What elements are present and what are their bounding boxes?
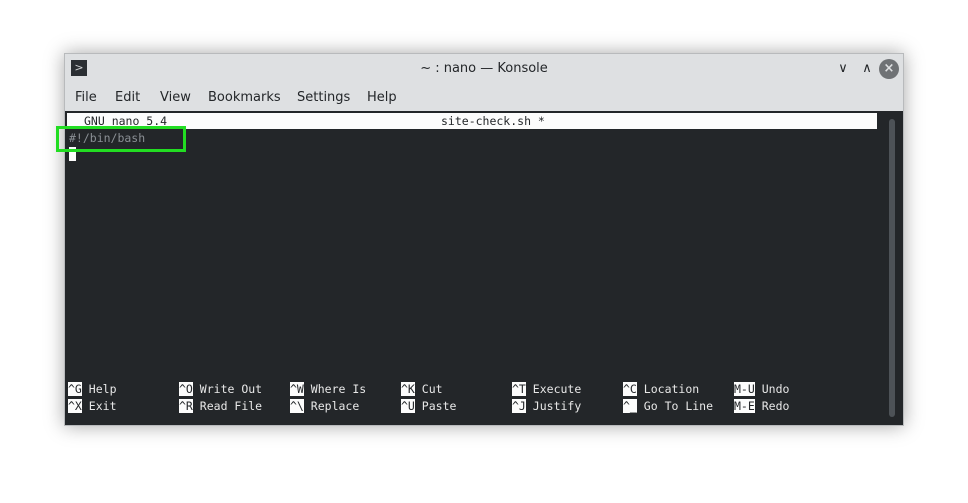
shortcut-key: ^\: [290, 399, 304, 413]
highlight-box: [56, 126, 186, 152]
shortcut-item: ^R Read File: [179, 399, 262, 413]
shortcut-key: ^T: [512, 382, 526, 396]
minimize-button[interactable]: ∨: [833, 59, 853, 79]
shortcut-item: ^_ Go To Line: [623, 399, 713, 413]
menu-settings[interactable]: Settings: [297, 90, 350, 105]
shortcut-label: Justify: [532, 399, 582, 413]
shortcut-key: ^X: [68, 399, 82, 413]
shortcut-key: M-E: [734, 399, 755, 413]
menu-help[interactable]: Help: [367, 90, 397, 105]
shortcut-label: Execute: [532, 382, 582, 396]
menu-bookmarks[interactable]: Bookmarks: [208, 90, 281, 105]
shortcut-item: ^C Location: [623, 382, 699, 396]
shortcut-label: Redo: [761, 399, 790, 413]
shortcut-key: ^R: [179, 399, 193, 413]
shortcut-key: M-U: [734, 382, 755, 396]
shortcut-label: Replace: [310, 399, 360, 413]
shortcut-label: Location: [643, 382, 700, 396]
shortcut-key: ^K: [401, 382, 415, 396]
shortcut-label: Cut: [421, 382, 443, 396]
shortcut-item: M-E Redo: [734, 399, 789, 413]
shortcut-label: Where Is: [310, 382, 367, 396]
shortcut-item: ^X Exit: [68, 399, 117, 413]
menu-file[interactable]: File: [75, 90, 97, 105]
shortcut-item: ^T Execute: [512, 382, 581, 396]
shortcut-label: Help: [88, 382, 117, 396]
shortcut-item: ^J Justify: [512, 399, 581, 413]
close-button[interactable]: ×: [879, 59, 899, 79]
shortcut-key: ^G: [68, 382, 82, 396]
title-bar: > ~ : nano — Konsole ∨ ∧ ×: [65, 54, 903, 84]
konsole-window: > ~ : nano — Konsole ∨ ∧ × File Edit Vie…: [56, 53, 904, 426]
shortcut-key: ^_: [623, 399, 637, 413]
shortcut-key: ^U: [401, 399, 415, 413]
shortcut-item: ^\ Replace: [290, 399, 359, 413]
shortcut-key: ^O: [179, 382, 193, 396]
scrollbar[interactable]: [889, 119, 895, 417]
shortcut-label: Write Out: [199, 382, 263, 396]
window-title: ~ : nano — Konsole: [420, 61, 548, 76]
shortcut-key: ^W: [290, 382, 304, 396]
shortcut-key: ^J: [512, 399, 526, 413]
shortcut-label: Read File: [199, 399, 263, 413]
shortcut-label: Exit: [88, 399, 117, 413]
nano-header: GNU nano 5.4 site-check.sh *: [67, 113, 877, 129]
shortcut-label: Go To Line: [643, 399, 714, 413]
shortcut-item: M-U Undo: [734, 382, 789, 396]
terminal-area[interactable]: GNU nano 5.4 site-check.sh * #!/bin/bash…: [56, 111, 903, 425]
shortcut-label: Paste: [421, 399, 457, 413]
shortcut-item: ^W Where Is: [290, 382, 366, 396]
shortcut-key: ^C: [623, 382, 637, 396]
shortcut-item: ^O Write Out: [179, 382, 262, 396]
menu-bar: File Edit View Bookmarks Settings Help: [65, 84, 903, 111]
menu-edit[interactable]: Edit: [115, 90, 140, 105]
menu-view[interactable]: View: [160, 90, 191, 105]
shortcut-item: ^K Cut: [401, 382, 443, 396]
nano-filename: site-check.sh *: [441, 114, 545, 128]
shortcut-label: Undo: [761, 382, 790, 396]
maximize-button[interactable]: ∧: [857, 59, 877, 79]
shortcut-item: ^G Help: [68, 382, 117, 396]
shortcut-item: ^U Paste: [401, 399, 456, 413]
